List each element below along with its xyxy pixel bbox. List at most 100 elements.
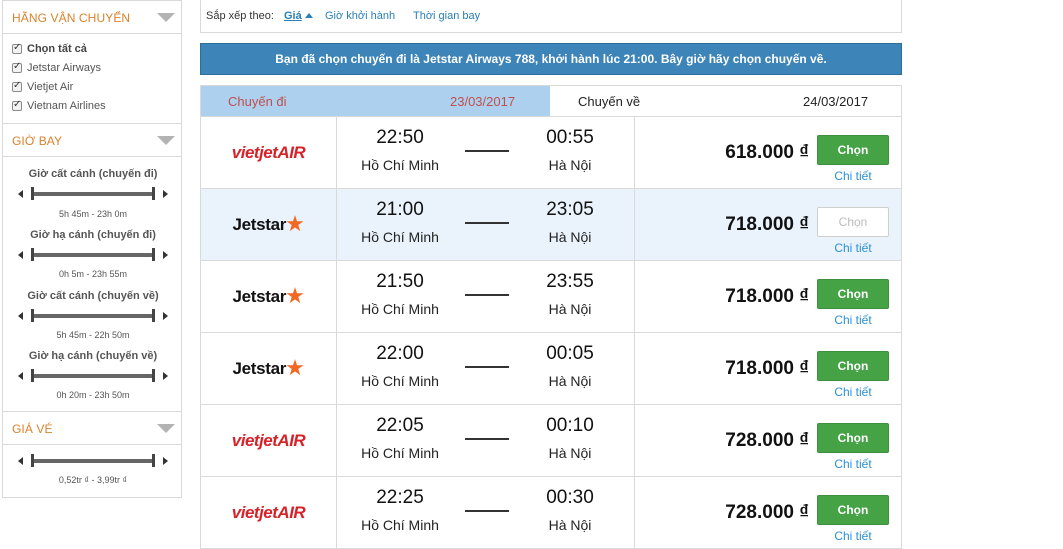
slider-handle-max[interactable] xyxy=(152,369,155,382)
slider-track[interactable] xyxy=(33,253,153,257)
sort-by-duration[interactable]: Thời gian bay xyxy=(413,10,480,22)
time-filter-header[interactable]: Giờ bay xyxy=(3,124,181,157)
slider-track[interactable] xyxy=(33,374,153,378)
jetstar-logo-text: Jetstar xyxy=(232,286,287,306)
arrow-left-icon[interactable] xyxy=(18,372,23,380)
slider-handle-min[interactable] xyxy=(31,454,34,467)
checkbox-icon[interactable] xyxy=(12,80,22,92)
select-flight-button[interactable]: Chọn xyxy=(817,135,889,165)
slider-handle-min[interactable] xyxy=(31,369,34,382)
select-flight-button[interactable]: Chọn xyxy=(817,351,889,381)
select-flight-button[interactable]: Chọn xyxy=(817,495,889,525)
departure-city: Hồ Chí Minh xyxy=(361,445,439,461)
slider-track[interactable] xyxy=(33,192,153,196)
departure-time: 22:25 xyxy=(376,487,424,508)
slider-range-text: 5h 45m - 22h 50m xyxy=(56,330,130,340)
slider-handle-max[interactable] xyxy=(152,187,155,200)
arrival-return-slider[interactable] xyxy=(18,369,168,382)
price-slider[interactable] xyxy=(18,454,168,467)
arrival-time: 00:10 xyxy=(546,415,594,436)
sort-by-price[interactable]: Giá xyxy=(284,10,302,22)
arrival-time: 23:55 xyxy=(546,271,594,292)
tab-outbound-label: Chuyến đi xyxy=(228,94,287,109)
arrow-right-icon[interactable] xyxy=(163,190,168,198)
price-cell: 618.000 ₫ Chọn Chi tiết xyxy=(635,117,903,188)
airline-cell: vietjetAIR xyxy=(201,117,337,188)
slider-track[interactable] xyxy=(33,459,153,463)
airline-option-vietnam-airlines[interactable]: Vietnam Airlines xyxy=(12,96,181,115)
flight-row[interactable]: vietjetAIR 22:50 00:55 Hồ Chí Minh Hà Nộ… xyxy=(201,116,901,188)
price-range-text: 0,52tr ₫ - 3,99tr ₫ xyxy=(58,475,128,485)
arrival-city: Hà Nội xyxy=(548,229,592,245)
departure-time: 22:05 xyxy=(376,415,424,436)
flight-row[interactable]: vietjetAIR 22:05 00:10 Hồ Chí Minh Hà Nộ… xyxy=(201,404,901,476)
arrow-right-icon[interactable] xyxy=(163,457,168,465)
departure-outbound-slider[interactable] xyxy=(18,187,168,200)
tab-outbound[interactable]: Chuyến đi 23/03/2017 xyxy=(201,86,550,116)
flight-row[interactable]: Jetstar ★ 21:00 23:05 Hồ Chí Minh Hà Nội … xyxy=(201,188,901,260)
slider-handle-min[interactable] xyxy=(31,309,34,322)
flight-details-link[interactable]: Chi tiết xyxy=(817,457,889,471)
flight-row[interactable]: vietjetAIR 22:25 00:30 Hồ Chí Minh Hà Nộ… xyxy=(201,476,901,548)
airline-option-label: Vietjet Air xyxy=(27,80,74,93)
airlines-filter-header[interactable]: Hãng vận chuyển xyxy=(3,1,181,34)
price-filter-title: Giá vé xyxy=(12,422,53,436)
arrival-city: Hà Nội xyxy=(548,445,592,461)
price-filter-header[interactable]: Giá vé xyxy=(3,412,181,445)
checkbox-icon[interactable] xyxy=(12,42,22,54)
arrow-right-icon[interactable] xyxy=(163,312,168,320)
price-cell: 728.000 ₫ Chọn Chi tiết xyxy=(635,405,903,476)
vietjet-air-logo: vietjetAIR xyxy=(231,430,306,450)
airline-option-jetstar[interactable]: Jetstar Airways xyxy=(12,58,181,77)
departure-return-slider[interactable] xyxy=(18,309,168,322)
flight-details-link[interactable]: Chi tiết xyxy=(817,241,889,255)
select-flight-button[interactable]: Chọn xyxy=(817,207,889,237)
flight-row[interactable]: Jetstar ★ 22:00 00:05 Hồ Chí Minh Hà Nội … xyxy=(201,332,901,404)
checkbox-icon[interactable] xyxy=(12,99,22,111)
slider-track[interactable] xyxy=(33,314,153,318)
checkbox-icon[interactable] xyxy=(12,61,22,73)
schedule-cell: 22:00 00:05 Hồ Chí Minh Hà Nội xyxy=(337,333,635,404)
flight-row[interactable]: Jetstar ★ 21:50 23:55 Hồ Chí Minh Hà Nội … xyxy=(201,260,901,332)
collapse-arrow-icon[interactable] xyxy=(157,13,175,22)
arrival-city: Hà Nội xyxy=(548,373,592,389)
select-flight-button[interactable]: Chọn xyxy=(817,423,889,453)
price-cell: 718.000 ₫ Chọn Chi tiết xyxy=(635,189,903,260)
flight-list: vietjetAIR 22:50 00:55 Hồ Chí Minh Hà Nộ… xyxy=(200,116,902,549)
filter-sidebar: Hãng vận chuyển Chọn tất cả Jetstar Airw… xyxy=(2,0,182,498)
route-line xyxy=(465,366,509,368)
slider-range-text: 5h 45m - 23h 0m xyxy=(58,209,128,219)
arrow-right-icon[interactable] xyxy=(163,372,168,380)
slider-handle-min[interactable] xyxy=(31,248,34,261)
slider-handle-max[interactable] xyxy=(152,248,155,261)
flight-details-link[interactable]: Chi tiết xyxy=(817,385,889,399)
slider-handle-max[interactable] xyxy=(152,454,155,467)
departure-time: 21:00 xyxy=(376,199,424,220)
arrow-left-icon[interactable] xyxy=(18,190,23,198)
airline-option-all[interactable]: Chọn tất cả xyxy=(12,39,181,58)
tab-outbound-date: 23/03/2017 xyxy=(450,94,516,109)
flight-details-link[interactable]: Chi tiết xyxy=(817,529,889,543)
sort-ascending-icon[interactable] xyxy=(305,13,313,18)
flight-details-link[interactable]: Chi tiết xyxy=(817,313,889,327)
route-line xyxy=(465,438,509,440)
arrow-left-icon[interactable] xyxy=(18,457,23,465)
slider-handle-max[interactable] xyxy=(152,309,155,322)
flight-details-link[interactable]: Chi tiết xyxy=(817,169,889,183)
collapse-arrow-icon[interactable] xyxy=(157,424,175,433)
collapse-arrow-icon[interactable] xyxy=(157,136,175,145)
slider-handle-min[interactable] xyxy=(31,187,34,200)
price-cell: 718.000 ₫ Chọn Chi tiết xyxy=(635,261,903,332)
fare-price: 618.000 ₫ xyxy=(725,142,809,163)
slider-label: Giờ cất cánh (chuyến về) xyxy=(27,290,159,302)
arrow-left-icon[interactable] xyxy=(18,312,23,320)
star-icon: ★ xyxy=(285,284,305,309)
airlines-filter-title: Hãng vận chuyển xyxy=(12,11,131,25)
sort-by-departure[interactable]: Giờ khởi hành xyxy=(325,10,395,22)
airline-option-vietjet[interactable]: Vietjet Air xyxy=(12,77,181,96)
arrival-outbound-slider[interactable] xyxy=(18,248,168,261)
price-cell: 718.000 ₫ Chọn Chi tiết xyxy=(635,333,903,404)
select-flight-button[interactable]: Chọn xyxy=(817,279,889,309)
arrow-left-icon[interactable] xyxy=(18,251,23,259)
arrow-right-icon[interactable] xyxy=(163,251,168,259)
